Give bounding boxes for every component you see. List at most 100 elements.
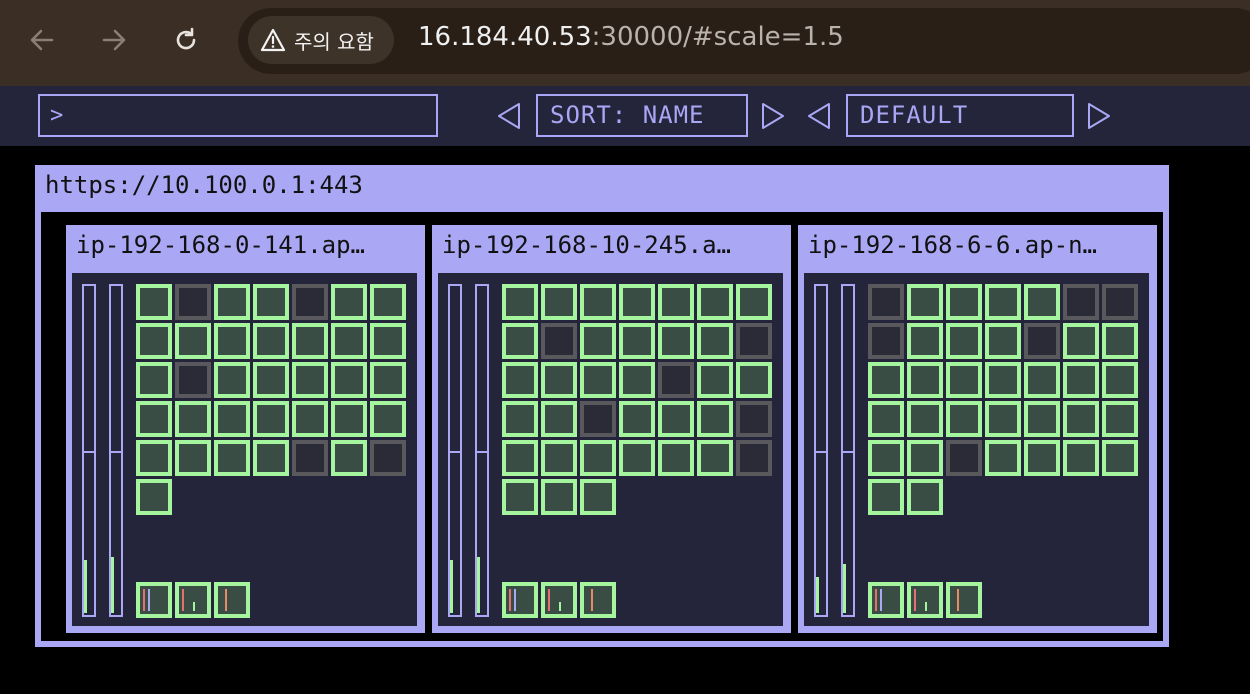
pod-cell[interactable] bbox=[946, 323, 982, 359]
pod-cell[interactable] bbox=[1024, 401, 1060, 437]
pod-cell[interactable] bbox=[253, 401, 289, 437]
pod-cell[interactable] bbox=[370, 362, 406, 398]
pod-cell[interactable] bbox=[1063, 362, 1099, 398]
pod-cell[interactable] bbox=[619, 362, 655, 398]
node-card[interactable]: ip-192-168-0-141.ap… bbox=[66, 225, 425, 633]
pod-cell[interactable] bbox=[502, 362, 538, 398]
pod-cell[interactable] bbox=[214, 284, 250, 320]
pod-cell[interactable] bbox=[868, 401, 904, 437]
pod-cell[interactable] bbox=[331, 362, 367, 398]
pod-cell[interactable] bbox=[985, 284, 1021, 320]
pod-cell[interactable] bbox=[619, 323, 655, 359]
pod-cell[interactable] bbox=[736, 284, 772, 320]
pod-cell[interactable] bbox=[541, 401, 577, 437]
pod-cell[interactable] bbox=[1102, 401, 1138, 437]
pod-cell[interactable] bbox=[946, 401, 982, 437]
pod-cell[interactable] bbox=[697, 401, 733, 437]
pod-cell[interactable] bbox=[292, 440, 328, 476]
pod-cell[interactable] bbox=[292, 362, 328, 398]
security-warning-chip[interactable]: 주의 요함 bbox=[248, 16, 394, 64]
pod-cell[interactable] bbox=[697, 323, 733, 359]
pod-cell[interactable] bbox=[214, 362, 250, 398]
pod-cell[interactable] bbox=[541, 362, 577, 398]
reload-button[interactable] bbox=[166, 20, 206, 60]
pod-cell[interactable] bbox=[502, 323, 538, 359]
pod-cell[interactable] bbox=[736, 440, 772, 476]
pod-cell[interactable] bbox=[580, 323, 616, 359]
forward-button[interactable] bbox=[94, 20, 134, 60]
pod-cell[interactable] bbox=[697, 284, 733, 320]
pod-cell[interactable] bbox=[175, 440, 211, 476]
pod-cell[interactable] bbox=[1063, 284, 1099, 320]
filter-input[interactable]: > bbox=[38, 94, 438, 137]
pod-cell[interactable] bbox=[736, 401, 772, 437]
pod-cell[interactable] bbox=[736, 323, 772, 359]
pod-cell[interactable] bbox=[1102, 440, 1138, 476]
pod-cell[interactable] bbox=[502, 440, 538, 476]
pod-cell[interactable] bbox=[868, 362, 904, 398]
system-pod-cell[interactable] bbox=[175, 582, 211, 618]
pod-cell[interactable] bbox=[619, 284, 655, 320]
node-card[interactable]: ip-192-168-6-6.ap-n… bbox=[798, 225, 1157, 633]
pod-cell[interactable] bbox=[985, 362, 1021, 398]
pod-cell[interactable] bbox=[658, 284, 694, 320]
pod-cell[interactable] bbox=[1063, 440, 1099, 476]
pod-cell[interactable] bbox=[175, 362, 211, 398]
pod-cell[interactable] bbox=[736, 362, 772, 398]
pod-cell[interactable] bbox=[253, 284, 289, 320]
node-card[interactable]: ip-192-168-10-245.a… bbox=[432, 225, 791, 633]
pod-cell[interactable] bbox=[331, 440, 367, 476]
pod-cell[interactable] bbox=[136, 401, 172, 437]
system-pod-cell[interactable] bbox=[946, 582, 982, 618]
pod-cell[interactable] bbox=[541, 440, 577, 476]
pod-cell[interactable] bbox=[907, 479, 943, 515]
pod-cell[interactable] bbox=[1024, 284, 1060, 320]
pod-cell[interactable] bbox=[580, 401, 616, 437]
pod-cell[interactable] bbox=[697, 440, 733, 476]
pod-cell[interactable] bbox=[1024, 362, 1060, 398]
pod-cell[interactable] bbox=[292, 323, 328, 359]
pod-cell[interactable] bbox=[580, 440, 616, 476]
pod-cell[interactable] bbox=[619, 440, 655, 476]
pod-cell[interactable] bbox=[946, 440, 982, 476]
pod-cell[interactable] bbox=[253, 440, 289, 476]
pod-cell[interactable] bbox=[580, 362, 616, 398]
pod-cell[interactable] bbox=[985, 323, 1021, 359]
pod-cell[interactable] bbox=[1024, 323, 1060, 359]
pod-cell[interactable] bbox=[136, 362, 172, 398]
pod-cell[interactable] bbox=[580, 479, 616, 515]
system-pod-cell[interactable] bbox=[214, 582, 250, 618]
pod-cell[interactable] bbox=[502, 284, 538, 320]
pod-cell[interactable] bbox=[907, 323, 943, 359]
pod-cell[interactable] bbox=[541, 323, 577, 359]
pod-cell[interactable] bbox=[1102, 362, 1138, 398]
pod-cell[interactable] bbox=[370, 284, 406, 320]
sort-next-icon[interactable] bbox=[760, 102, 786, 130]
pod-cell[interactable] bbox=[541, 284, 577, 320]
pod-cell[interactable] bbox=[292, 284, 328, 320]
pod-cell[interactable] bbox=[619, 401, 655, 437]
pod-cell[interactable] bbox=[175, 401, 211, 437]
system-pod-cell[interactable] bbox=[502, 582, 538, 618]
system-pod-cell[interactable] bbox=[868, 582, 904, 618]
pod-cell[interactable] bbox=[370, 323, 406, 359]
pod-cell[interactable] bbox=[658, 323, 694, 359]
pod-cell[interactable] bbox=[868, 323, 904, 359]
pod-cell[interactable] bbox=[868, 440, 904, 476]
system-pod-cell[interactable] bbox=[541, 582, 577, 618]
pod-cell[interactable] bbox=[136, 479, 172, 515]
pod-cell[interactable] bbox=[370, 401, 406, 437]
pod-cell[interactable] bbox=[658, 440, 694, 476]
pod-cell[interactable] bbox=[985, 440, 1021, 476]
pod-cell[interactable] bbox=[985, 401, 1021, 437]
url-text[interactable]: 16.184.40.53:30000/#scale=1.5 bbox=[418, 22, 844, 52]
pod-cell[interactable] bbox=[658, 401, 694, 437]
pod-cell[interactable] bbox=[697, 362, 733, 398]
pod-cell[interactable] bbox=[868, 479, 904, 515]
pod-cell[interactable] bbox=[292, 401, 328, 437]
pod-cell[interactable] bbox=[580, 284, 616, 320]
pod-cell[interactable] bbox=[907, 440, 943, 476]
pod-cell[interactable] bbox=[331, 284, 367, 320]
pod-cell[interactable] bbox=[946, 362, 982, 398]
pod-cell[interactable] bbox=[946, 284, 982, 320]
